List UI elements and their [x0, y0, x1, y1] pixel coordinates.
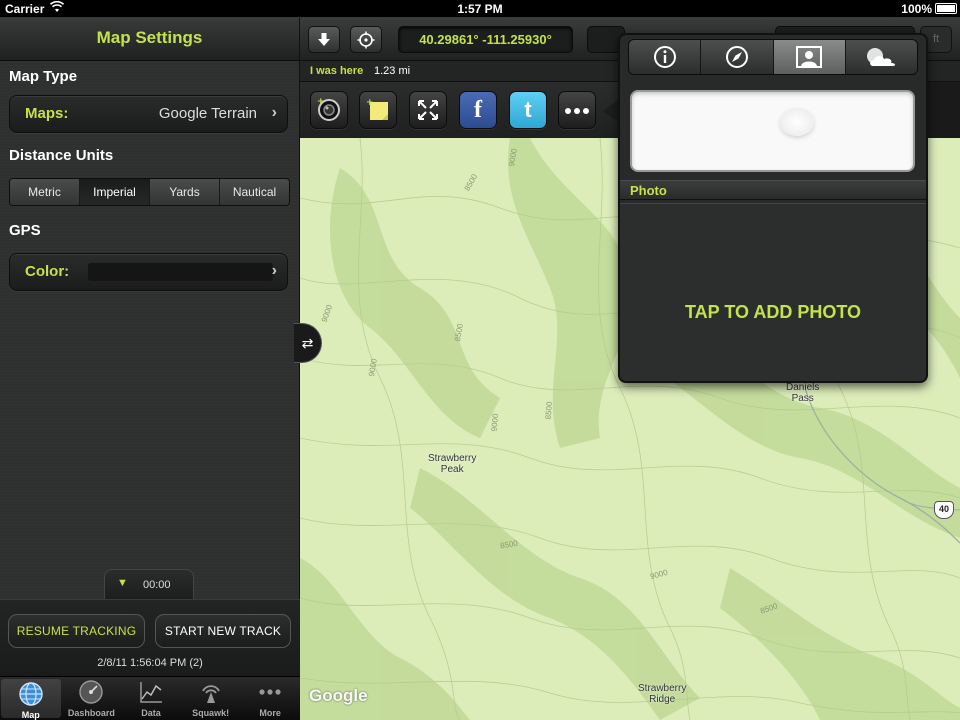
- tab-weather[interactable]: [845, 40, 917, 74]
- map-label-strawberry-ridge: Strawberry Ridge: [638, 683, 687, 705]
- tap-to-add-photo-prompt[interactable]: TAP TO ADD PHOTO: [620, 302, 926, 323]
- start-new-track-button[interactable]: START NEW TRACK: [155, 614, 291, 648]
- note-icon: +: [366, 98, 388, 120]
- unit-nautical[interactable]: Nautical: [220, 179, 289, 205]
- globe-icon: [19, 682, 43, 706]
- crosshair-icon: [357, 31, 375, 49]
- add-photo-area[interactable]: TAP TO ADD PHOTO: [620, 203, 926, 381]
- tab-squawk[interactable]: Squawk!: [181, 677, 241, 720]
- tab-info[interactable]: [629, 40, 702, 74]
- gps-color-selector[interactable]: Color: ›: [9, 253, 288, 291]
- chart-icon: [140, 682, 162, 703]
- timer-value: 00:00: [143, 579, 171, 591]
- action-bar: + + f t: [300, 82, 620, 138]
- timer-drawer-tab[interactable]: ▼ 00:00: [104, 569, 194, 599]
- map-type-value: Google Terrain: [158, 105, 257, 122]
- download-button[interactable]: [308, 26, 340, 53]
- tab-map[interactable]: Map: [1, 679, 61, 720]
- track-timestamp: 2/8/11 1:56:04 PM (2): [97, 657, 203, 669]
- download-arrow-icon: [318, 33, 330, 46]
- add-note-button[interactable]: +: [359, 91, 397, 129]
- status-time: 1:57 PM: [457, 2, 503, 16]
- tab-bar: Map Dashboard Data Squawk! More: [0, 676, 300, 720]
- more-actions-button[interactable]: [558, 91, 596, 129]
- tracking-controls: RESUME TRACKING START NEW TRACK 2/8/11 1…: [0, 599, 300, 677]
- distance-units-label: Distance Units: [9, 147, 114, 164]
- tab-more-label: More: [259, 708, 281, 718]
- map-label-daniels-pass: Daniels Pass: [786, 382, 820, 404]
- color-field-label: Color:: [25, 263, 70, 280]
- camera-icon: +: [317, 97, 340, 121]
- google-attribution: Google: [309, 686, 368, 705]
- broadcast-icon: [201, 685, 220, 703]
- svg-text:+: +: [317, 97, 325, 107]
- facebook-icon: f: [474, 97, 482, 123]
- unit-metric[interactable]: Metric: [10, 179, 80, 205]
- tab-compass[interactable]: [701, 40, 774, 74]
- map-type-field-label: Maps:: [25, 105, 69, 122]
- locate-button[interactable]: [350, 26, 382, 53]
- popover-arrow: [603, 100, 618, 122]
- tab-data[interactable]: Data: [121, 677, 181, 720]
- weather-icon: [867, 48, 896, 66]
- popover-tabs: [628, 39, 918, 75]
- swap-arrows-icon: ⇄: [301, 335, 314, 351]
- highway-shield: 40: [934, 501, 954, 519]
- battery-icon: [935, 3, 957, 14]
- svg-text:+: +: [366, 98, 374, 108]
- distance-units-segmented-control: Metric Imperial Yards Nautical: [9, 178, 290, 206]
- waypoint-label: I was here: [310, 65, 364, 77]
- status-bar: Carrier 1:57 PM 100%: [0, 0, 960, 17]
- gps-label: GPS: [9, 222, 41, 239]
- compass-icon: [725, 46, 748, 68]
- waypoint-popover: Photo TAP TO ADD PHOTO: [618, 33, 928, 383]
- tab-squawk-label: Squawk!: [192, 708, 230, 718]
- twitter-icon: t: [524, 97, 532, 122]
- more-icon: [259, 689, 281, 695]
- triangle-down-icon: ▼: [117, 577, 128, 589]
- chevron-right-icon: ›: [271, 262, 277, 279]
- tab-dashboard-label: Dashboard: [67, 708, 115, 718]
- battery-percent: 100%: [901, 2, 932, 16]
- photo-icon: [796, 46, 823, 68]
- photo-preview[interactable]: [630, 90, 915, 172]
- photo-placeholder: [780, 108, 814, 136]
- unit-yards[interactable]: Yards: [150, 179, 220, 205]
- chevron-right-icon: ›: [271, 104, 277, 121]
- color-swatch: [88, 263, 273, 281]
- contour-label: 8500: [543, 401, 555, 420]
- tab-data-label: Data: [141, 708, 161, 718]
- camera-button[interactable]: +: [310, 91, 348, 129]
- waypoint-distance: 1.23 mi: [374, 65, 411, 77]
- map-settings-panel: Map Settings Map Type Maps: Google Terra…: [0, 17, 300, 720]
- panel-title: Map Settings: [0, 17, 299, 61]
- coordinates-display: 40.29861° -111.25930°: [398, 26, 573, 53]
- tab-more[interactable]: More: [240, 677, 300, 720]
- expand-icon: [418, 100, 438, 120]
- twitter-share-button[interactable]: t: [509, 91, 547, 129]
- resume-tracking-button[interactable]: RESUME TRACKING: [8, 614, 145, 648]
- info-icon: [653, 46, 676, 68]
- tab-dashboard[interactable]: Dashboard: [62, 677, 122, 720]
- map-label-strawberry-peak: Strawberry Peak: [428, 453, 477, 475]
- contour-label: 9000: [489, 413, 501, 432]
- map-type-label: Map Type: [9, 68, 78, 85]
- tab-photo[interactable]: [773, 40, 846, 74]
- map-type-selector[interactable]: Maps: Google Terrain ›: [9, 95, 288, 133]
- tab-map-label: Map: [21, 710, 40, 720]
- fullscreen-button[interactable]: [409, 91, 447, 129]
- more-icon: [565, 108, 589, 114]
- photo-section-label: Photo: [620, 180, 926, 200]
- gauge-icon: [79, 680, 104, 704]
- facebook-share-button[interactable]: f: [459, 91, 497, 129]
- unit-imperial[interactable]: Imperial: [80, 179, 150, 205]
